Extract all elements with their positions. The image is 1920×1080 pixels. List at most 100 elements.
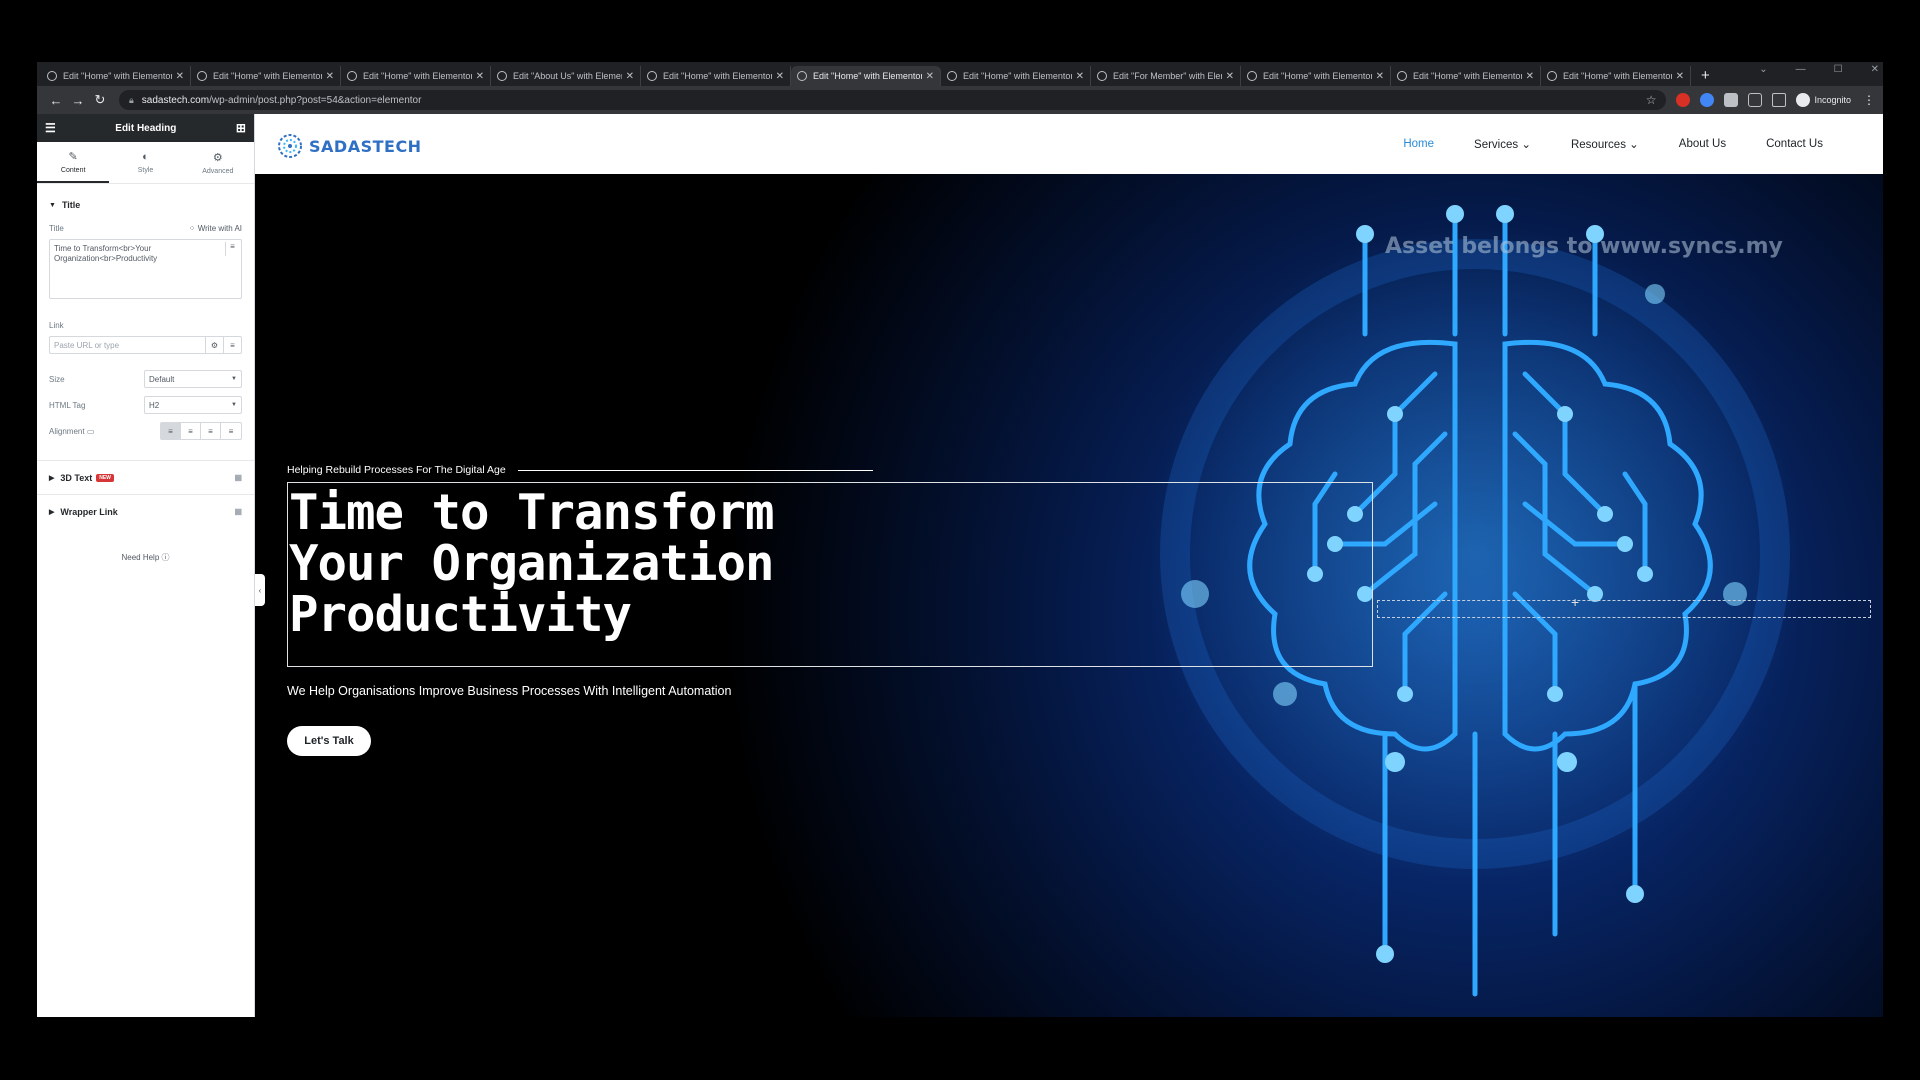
watermark-text: Asset belongs to www.syncs.my [1385,234,1783,259]
new-tab-button[interactable]: + [1701,66,1710,86]
nav-resources[interactable]: Resources ⌄ [1571,137,1639,151]
close-icon[interactable]: ✕ [476,71,484,82]
section-wrapper-link[interactable]: ▶ Wrapper Link ▦ [37,494,254,528]
chevron-down-icon: ⌄ [1521,139,1531,151]
hamburger-icon[interactable]: ☰ [45,121,56,135]
section-label: Wrapper Link [60,506,118,517]
reading-list-icon[interactable] [1748,93,1763,107]
address-bar[interactable]: 🔒︎ sadastech.com /wp-admin/post.php?post… [119,90,1667,110]
hero-section: Asset belongs to www.syncs.my Helping Re… [255,174,1883,1017]
widget-icon: ▦ [234,473,242,482]
nav-services[interactable]: Services ⌄ [1474,137,1531,151]
star-icon[interactable]: ☆ [1646,93,1657,107]
browser-tab[interactable]: Edit "Home" with Elementor ✕ [341,66,491,86]
alignment-control: Alignment ▭ ≡ ≡ ≡ ≡ [37,422,254,440]
write-with-ai-button[interactable]: ⁘ Write with AI [189,224,242,233]
editor-panel: ☰ Edit Heading ⊞ ✎ Content ◐ Style ⚙ Advanc… [37,114,255,1017]
browser-tab[interactable]: Edit "About Us" with Elementor ✕ [491,66,641,86]
drop-zone-outline [1377,600,1871,618]
close-icon[interactable]: ✕ [1226,71,1234,82]
need-help-label: Need Help [121,553,160,562]
link-label: Link [49,321,64,330]
close-icon[interactable]: ✕ [926,71,934,82]
collapse-panel-handle[interactable]: ‹ [255,574,265,606]
close-icon[interactable]: ✕ [626,71,634,82]
close-icon[interactable]: ✕ [1376,71,1384,82]
tab-advanced[interactable]: ⚙ Advanced [182,142,254,183]
hero-heading[interactable]: Time to Transform Your Organization Prod… [289,487,775,640]
tab-title: Edit "Home" with Elementor [213,71,322,81]
nav-home[interactable]: Home [1403,138,1434,150]
align-center-icon[interactable]: ≡ [181,423,201,439]
tab-content[interactable]: ✎ Content [37,142,110,183]
new-badge: NEW [96,473,114,482]
add-icon: + [1571,594,1580,610]
browser-tab[interactable]: Edit "Home" with Elementor ✕ [1541,66,1691,86]
browser-tab[interactable]: Edit "Home" with Elementor ✕ [641,66,791,86]
sparkle-icon: ⁘ [188,224,198,233]
chevron-down-icon: ⌄ [1629,139,1639,151]
back-arrow-icon[interactable]: ← [45,89,67,111]
title-textarea[interactable]: Time to Transform<br>Your Organization<b… [49,239,242,299]
profile-label: Incognito [1814,95,1851,105]
close-icon[interactable]: ✕ [1526,71,1534,82]
dynamic-tags-icon[interactable]: ≡ [225,242,239,256]
close-icon[interactable]: ✕ [776,71,784,82]
tab-title: Edit "Home" with Elementor [1263,71,1372,81]
browser-tab[interactable]: Edit "Home" with Elementor ✕ [191,66,341,86]
tab-style[interactable]: ◐ Style [109,142,181,183]
tab-title: Edit "Home" with Elementor [63,71,172,81]
link-input[interactable]: Paste URL or type [50,337,205,353]
grid-icon[interactable]: ⊞ [236,121,246,135]
browser-tab[interactable]: Edit "Home" with Elementor ✕ [1241,66,1391,86]
wordpress-icon [497,71,507,81]
close-icon[interactable]: ✕ [1676,71,1684,82]
desktop-icon[interactable]: ▭ [87,427,95,436]
section-title-toggle[interactable]: ▼ Title [37,190,254,220]
forward-arrow-icon[interactable]: → [67,89,89,111]
html-tag-value: H2 [149,400,160,410]
heading-line: Your Organization [289,535,775,592]
nav-contact-us[interactable]: Contact Us [1766,138,1823,150]
align-right-icon[interactable]: ≡ [201,423,221,439]
need-help-link[interactable]: Need Help ⓘ [37,552,254,563]
browser-tab[interactable]: Edit "Home" with Elementor ✕ [1391,66,1541,86]
alignment-label: Alignment ▭ [49,427,94,436]
site-logo[interactable]: SADASTECH [275,132,422,160]
chevron-down-icon[interactable]: ⌄ [1759,64,1767,75]
close-icon[interactable]: ✕ [176,71,184,82]
browser-tab[interactable]: Edit "Home" with Elementor ✕ [941,66,1091,86]
close-icon[interactable]: ✕ [326,71,334,82]
align-left-icon[interactable]: ≡ [161,423,181,439]
size-select[interactable]: Default ▼ [144,370,242,388]
logo-text: SADASTECH [309,136,422,156]
more-menu-icon[interactable]: ⋮ [1863,93,1875,107]
nav-about-us[interactable]: About Us [1679,138,1726,150]
close-icon[interactable]: ✕ [1871,64,1879,75]
align-justify-icon[interactable]: ≡ [221,423,241,439]
puzzle-icon[interactable] [1724,93,1739,107]
lets-talk-button[interactable]: Let's Talk [287,726,371,756]
section-3d-text[interactable]: ▶ 3D Text NEW ▦ [37,460,254,494]
maximize-icon[interactable]: ☐ [1834,64,1843,75]
dynamic-tags-icon[interactable]: ≡ [223,337,241,353]
extension-icon[interactable] [1700,93,1715,107]
gear-icon[interactable]: ⚙ [205,337,223,353]
wordpress-icon [647,71,657,81]
side-panel-icon[interactable] [1772,93,1787,107]
html-tag-select[interactable]: H2 ▼ [144,396,242,414]
close-icon[interactable]: ✕ [1076,71,1084,82]
write-ai-label: Write with AI [197,224,242,233]
site-preview: SADASTECH Home Services ⌄ Resources ⌄ Ab… [255,114,1883,1017]
browser-tab[interactable]: Edit "Home" with Elementor ✕ [41,66,191,86]
minimize-icon[interactable]: — [1796,64,1806,75]
extension-icon[interactable] [1676,93,1691,107]
site-header: SADASTECH Home Services ⌄ Resources ⌄ Ab… [255,114,1883,174]
panel-header: ☰ Edit Heading ⊞ [37,114,254,142]
browser-tab-active[interactable]: Edit "Home" with Elementor ✕ [791,66,941,86]
window-controls: ⌄ — ☐ ✕ [1759,62,1879,75]
reload-icon[interactable]: ↻ [89,89,111,111]
wordpress-icon [947,71,957,81]
browser-tab[interactable]: Edit "For Member" with Elementor ✕ [1091,66,1241,86]
incognito-badge[interactable]: Incognito [1796,93,1851,107]
